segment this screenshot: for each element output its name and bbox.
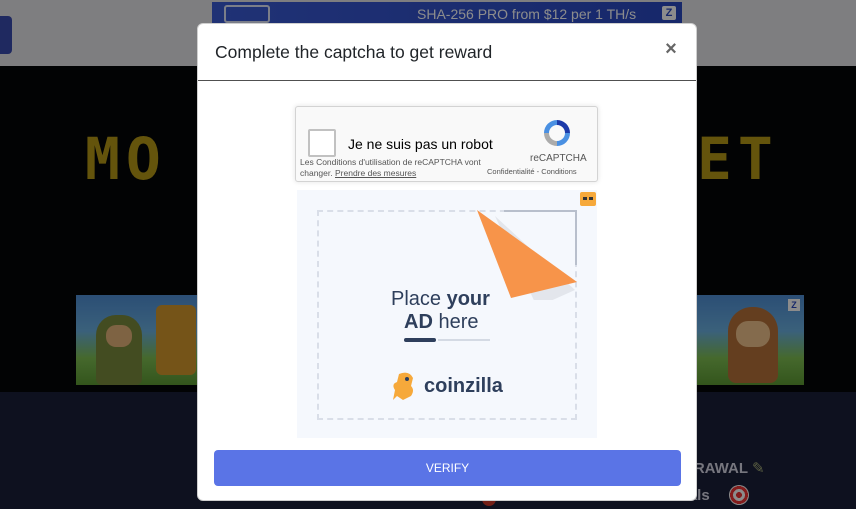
ad-headline-line2: AD here: [404, 311, 478, 334]
verify-button[interactable]: VERIFY: [214, 450, 681, 486]
modal-title: Complete the captcha to get reward: [215, 42, 493, 62]
ad-headline-line1: Place your: [391, 288, 490, 311]
ad-text-here: here: [438, 311, 479, 333]
recaptcha-checkbox[interactable]: [308, 129, 336, 157]
close-button[interactable]: ×: [660, 38, 682, 60]
recaptcha-logo-icon: [544, 120, 570, 146]
ad-text-ad: AD: [404, 311, 433, 333]
arrow-icon: [477, 210, 577, 300]
ad-slot[interactable]: Place your AD here coinzilla: [297, 190, 597, 438]
coinzilla-brand: coinzilla: [424, 375, 503, 397]
modal-header: Complete the captcha to get reward ×: [198, 24, 696, 81]
recaptcha-privacy-link[interactable]: Confidentialité - Conditions: [487, 167, 577, 176]
recaptcha-widget: Je ne suis pas un robot Les Conditions d…: [295, 106, 598, 182]
ad-choices-icon[interactable]: [580, 192, 596, 206]
recaptcha-terms: Les Conditions d'utilisation de reCAPTCH…: [300, 157, 490, 179]
ad-text-your: your: [446, 288, 490, 310]
recaptcha-terms-link[interactable]: Prendre des mesures: [335, 168, 416, 178]
ad-underline: [404, 338, 436, 342]
recaptcha-label: Je ne suis pas un robot: [348, 136, 493, 152]
ad-underline-light: [438, 339, 490, 341]
recaptcha-brand: reCAPTCHA: [530, 153, 587, 164]
coinzilla-logo-icon: [393, 372, 413, 400]
captcha-modal: Complete the captcha to get reward × Je …: [197, 23, 697, 501]
ad-text-place: Place: [391, 288, 442, 310]
